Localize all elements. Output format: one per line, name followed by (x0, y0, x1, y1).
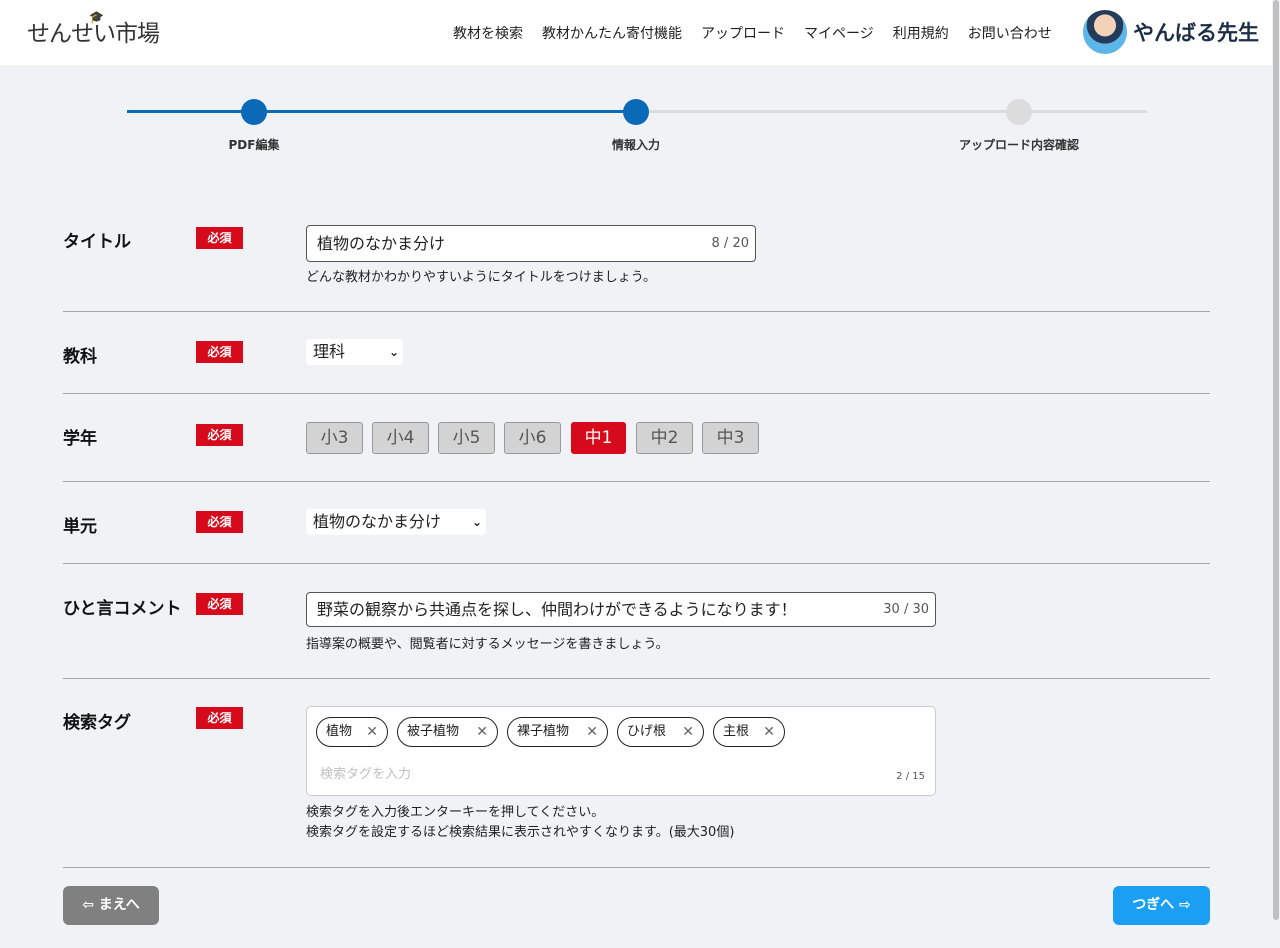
tag-remove-icon[interactable]: ✕ (476, 718, 488, 746)
tag-chip-label: 裸子植物 (517, 724, 570, 739)
required-badge: 必須 (196, 511, 243, 533)
subject-row: 教科 必須 理科 ⌄ (63, 339, 1210, 369)
grade-option-chu3[interactable]: 中3 (702, 422, 759, 454)
main-nav: 教材を検索 教材かんたん寄付機能 アップロード マイページ 利用規約 お問い合わ… (453, 23, 1052, 43)
tag-input-box[interactable]: 植物 ✕ 被子植物 ✕ 裸子植物 ✕ ひげ根 ✕ 主根 ✕ 検索タグを入力 2 … (306, 706, 936, 796)
tags-hint-enter: 検索タグを入力後エンターキーを押してください。 (306, 805, 605, 820)
scrollbar-thumb[interactable] (1273, 0, 1279, 920)
progress-stepper: PDF編集 情報入力 アップロード内容確認 (0, 90, 1272, 160)
tag-remove-icon[interactable]: ✕ (586, 718, 598, 746)
graduation-cap-icon: 🎓 (89, 10, 104, 24)
step-dot-confirm (1006, 99, 1032, 125)
required-badge: 必須 (196, 341, 243, 363)
nav-upload[interactable]: アップロード (701, 23, 785, 43)
avatar[interactable] (1083, 10, 1127, 54)
subject-select-value: 理科 (313, 342, 346, 361)
comment-hint: 指導案の概要や、閲覧者に対するメッセージを書きましょう。 (306, 637, 669, 652)
comment-label: ひと言コメント (63, 599, 182, 619)
grade-option-sho6[interactable]: 小6 (504, 422, 561, 454)
tag-input-placeholder[interactable]: 検索タグを入力 (320, 763, 411, 782)
grade-option-chu2[interactable]: 中2 (636, 422, 693, 454)
username[interactable]: やんばる先生 (1133, 17, 1259, 47)
step-dot-info-input (623, 99, 649, 125)
comment-row: ひと言コメント 必須 野菜の観察から共通点を探し、仲間わけができるようになります… (63, 592, 1210, 662)
divider (63, 311, 1210, 312)
step-label-pdf-edit: PDF編集 (228, 138, 280, 152)
logo-text: せんせい市場 (27, 21, 160, 47)
tag-chip-label: 被子植物 (407, 724, 460, 739)
comment-textarea-value: 野菜の観察から共通点を探し、仲間わけができるようになります！ (317, 600, 797, 619)
divider (63, 393, 1210, 394)
nav-mypage[interactable]: マイページ (804, 23, 874, 43)
tags-row: 検索タグ 必須 植物 ✕ 被子植物 ✕ 裸子植物 ✕ ひげ根 ✕ 主根 ✕ 検索… (63, 706, 1210, 846)
tag-chip-label: 植物 (326, 724, 353, 739)
grade-option-sho5[interactable]: 小5 (438, 422, 495, 454)
title-label: タイトル (63, 232, 131, 252)
stepper-line-pending (636, 110, 1147, 113)
divider (63, 481, 1210, 482)
unit-label: 単元 (63, 517, 97, 537)
subject-select[interactable]: 理科 ⌄ (306, 339, 403, 365)
tag-chip-label: 主根 (723, 724, 750, 739)
tag-remove-icon[interactable]: ✕ (682, 718, 694, 746)
grade-option-chu1[interactable]: 中1 (571, 422, 626, 454)
chevron-down-icon: ⌄ (388, 345, 399, 359)
subject-label: 教科 (63, 347, 97, 367)
tags-label: 検索タグ (63, 713, 131, 733)
tag-chip: 被子植物 ✕ (397, 717, 498, 747)
title-input[interactable]: 植物のなかま分け 8 / 20 (306, 225, 756, 262)
tag-chip: 植物 ✕ (316, 717, 388, 747)
next-button[interactable]: つぎへ ⇨ (1113, 886, 1210, 925)
step-dot-pdf-edit (241, 99, 267, 125)
site-logo[interactable]: せんせい市場 🎓 (27, 10, 160, 48)
tag-chip: 主根 ✕ (713, 717, 785, 747)
nav-donation[interactable]: 教材かんたん寄付機能 (542, 23, 682, 43)
page-scrollbar[interactable] (1272, 0, 1280, 948)
title-input-value: 植物のなかま分け (317, 234, 446, 253)
divider (63, 563, 1210, 564)
required-badge: 必須 (196, 227, 243, 249)
title-hint: どんな教材かわかりやすいようにタイトルをつけましょう。 (306, 270, 656, 285)
grade-row: 学年 必須 小3 小4 小5 小6 中1 中2 中3 (63, 422, 1210, 454)
unit-row: 単元 必須 植物のなかま分け ⌄ (63, 509, 1210, 537)
tag-remove-icon[interactable]: ✕ (763, 718, 775, 746)
nav-terms[interactable]: 利用規約 (893, 23, 949, 43)
grade-option-sho3[interactable]: 小3 (306, 422, 363, 454)
nav-contact[interactable]: お問い合わせ (968, 23, 1052, 43)
site-header: せんせい市場 🎓 教材を検索 教材かんたん寄付機能 アップロード マイページ 利… (0, 0, 1272, 65)
title-char-counter: 8 / 20 (711, 236, 749, 251)
step-label-confirm: アップロード内容確認 (958, 138, 1080, 152)
required-badge: 必須 (196, 593, 243, 615)
tag-remove-icon[interactable]: ✕ (366, 718, 378, 746)
step-label-info-input: 情報入力 (611, 138, 661, 152)
stepper-line-complete (127, 110, 636, 113)
divider (63, 867, 1210, 868)
unit-select-value: 植物のなかま分け (313, 512, 442, 531)
tag-chip-label: ひげ根 (627, 724, 667, 739)
grade-option-sho4[interactable]: 小4 (372, 422, 429, 454)
comment-textarea[interactable]: 野菜の観察から共通点を探し、仲間わけができるようになります！ 30 / 30 (306, 592, 936, 627)
grade-label: 学年 (63, 429, 97, 449)
required-badge: 必須 (196, 424, 243, 446)
required-badge: 必須 (196, 707, 243, 729)
nav-search-materials[interactable]: 教材を検索 (453, 23, 523, 43)
tag-counter: 2 / 15 (896, 771, 925, 782)
tag-chip: 裸子植物 ✕ (507, 717, 608, 747)
divider (63, 678, 1210, 679)
chevron-down-icon: ⌄ (471, 515, 482, 529)
back-button[interactable]: ⇦ まえへ (63, 886, 159, 925)
tag-chip: ひげ根 ✕ (617, 717, 704, 747)
title-row: タイトル 必須 植物のなかま分け 8 / 20 どんな教材かわかりやすいようにタ… (63, 225, 1210, 295)
unit-select[interactable]: 植物のなかま分け ⌄ (306, 509, 486, 535)
comment-char-counter: 30 / 30 (883, 602, 929, 617)
tags-hint-more: 検索タグを設定するほど検索結果に表示されやすくなります。(最大30個) (306, 825, 735, 840)
